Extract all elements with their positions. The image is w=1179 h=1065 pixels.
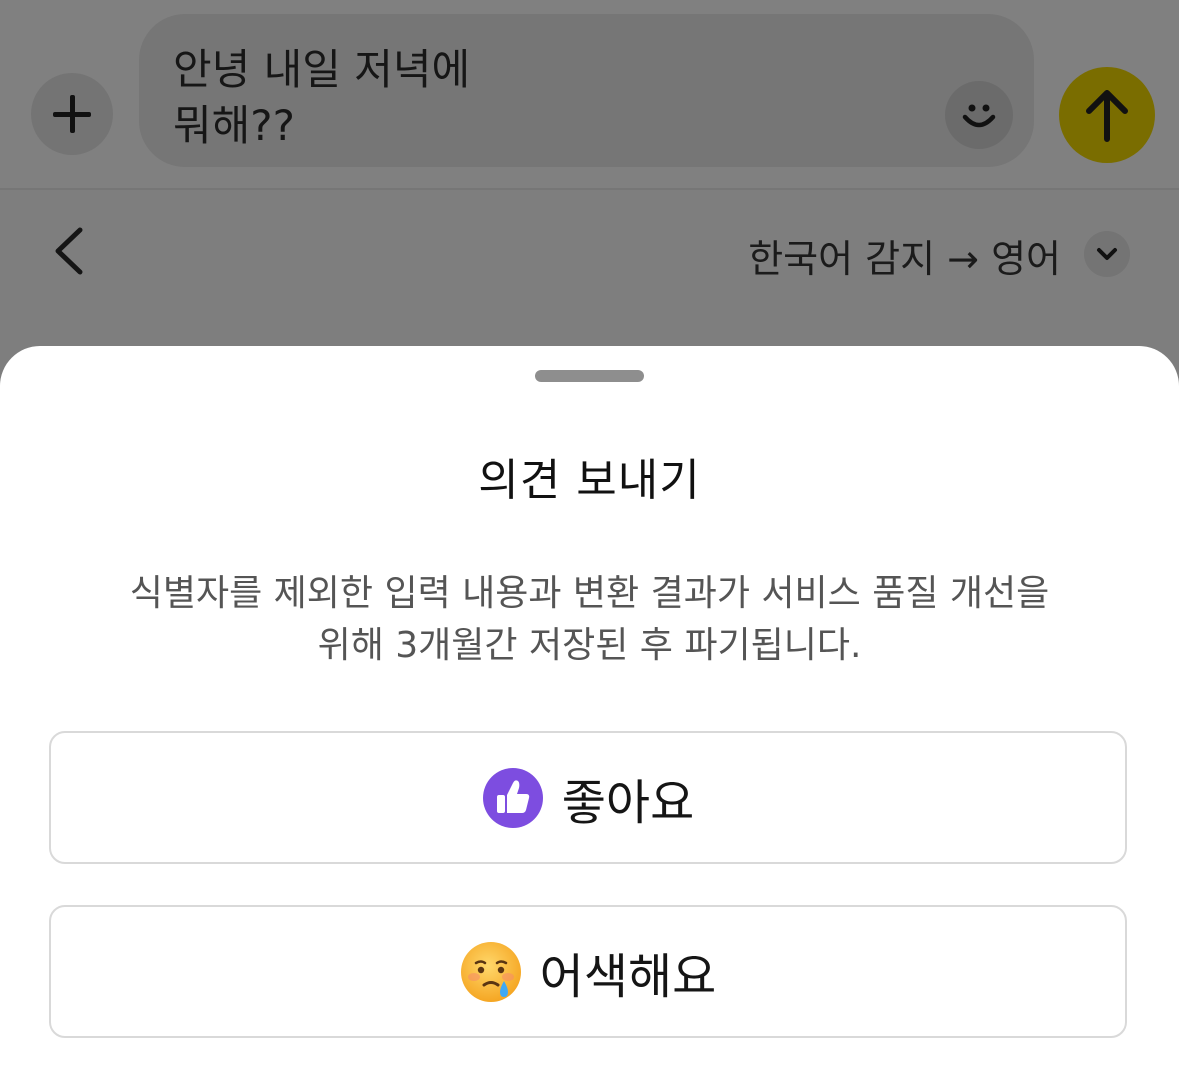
awkward-feedback-button[interactable]: 어색해요 [49, 905, 1127, 1038]
chevron-down-icon [1097, 248, 1117, 260]
language-menu-button[interactable] [1084, 231, 1130, 277]
good-feedback-button[interactable]: 좋아요 [49, 731, 1127, 864]
smiley-icon [962, 104, 996, 128]
message-input[interactable]: 안녕 내일 저녁에 뭐해?? [139, 14, 1034, 167]
sheet-drag-handle[interactable] [535, 370, 644, 382]
attach-button[interactable] [31, 73, 113, 155]
send-button[interactable] [1059, 67, 1155, 163]
back-button[interactable] [44, 216, 94, 286]
feedback-bottom-sheet: 의견 보내기 식별자를 제외한 입력 내용과 변환 결과가 서비스 품질 개선을… [0, 346, 1179, 1065]
thumbs-up-icon [482, 767, 543, 828]
translation-bar: 한국어 감지 → 영어 [0, 190, 1179, 350]
good-feedback-label: 좋아요 [561, 774, 695, 831]
sheet-description: 식별자를 제외한 입력 내용과 변환 결과가 서비스 품질 개선을 위해 3개월… [129, 573, 1050, 666]
awkward-feedback-label: 어색해요 [539, 948, 717, 1005]
chevron-left-icon [55, 227, 83, 275]
sheet-title: 의견 보내기 [478, 455, 701, 506]
sad-tear-face-icon [460, 941, 521, 1002]
message-text: 안녕 내일 저녁에 뭐해?? [173, 45, 471, 150]
emoji-button[interactable] [945, 81, 1013, 149]
language-direction-label[interactable]: 한국어 감지 → 영어 [748, 228, 1061, 283]
arrow-up-icon [1086, 90, 1128, 142]
message-composer: 안녕 내일 저녁에 뭐해?? [0, 0, 1179, 190]
